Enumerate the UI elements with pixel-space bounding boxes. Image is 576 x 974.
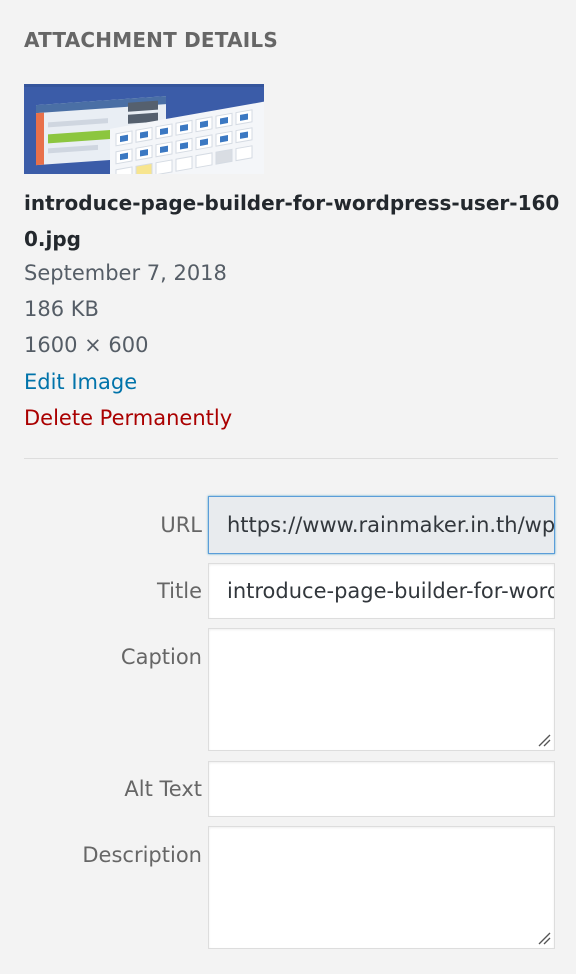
title-field[interactable]: [208, 563, 555, 619]
description-label: Description: [82, 843, 202, 867]
url-label: URL: [160, 513, 202, 537]
file-size: 186 KB: [24, 297, 99, 321]
upload-date: September 7, 2018: [24, 261, 227, 285]
image-dimensions: 1600 × 600: [24, 333, 149, 357]
alt-text-label: Alt Text: [124, 777, 202, 801]
section-heading: ATTACHMENT DETAILS: [24, 28, 278, 52]
image-thumbnail-icon: [24, 84, 264, 174]
description-resize-handle-icon[interactable]: [537, 931, 551, 945]
caption-label: Caption: [120, 645, 202, 669]
alt-text-field[interactable]: [208, 761, 555, 817]
caption-textarea[interactable]: [208, 628, 555, 751]
attachment-filename: introduce-page-builder-for-wordpress-use…: [24, 191, 560, 251]
title-label: Title: [156, 579, 202, 603]
edit-image-link[interactable]: Edit Image: [24, 368, 137, 396]
section-divider: [24, 458, 558, 459]
url-field[interactable]: [208, 496, 555, 554]
description-textarea[interactable]: [208, 826, 555, 949]
delete-permanently-link[interactable]: Delete Permanently: [24, 404, 232, 432]
attachment-thumbnail[interactable]: [24, 84, 264, 174]
caption-resize-handle-icon[interactable]: [537, 733, 551, 747]
